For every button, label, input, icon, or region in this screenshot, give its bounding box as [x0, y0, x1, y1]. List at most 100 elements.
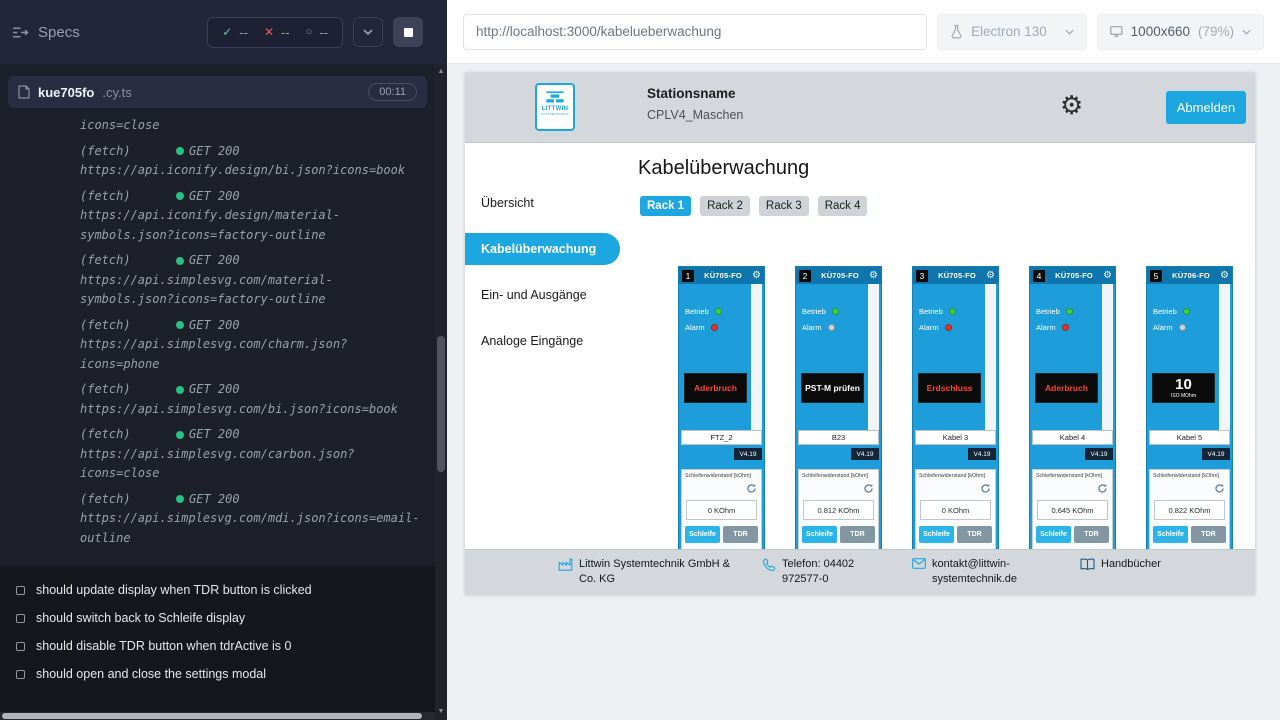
pending-icon: ○ — [306, 27, 313, 38]
log-entry[interactable]: (fetch) GET 200 https://api.iconify.desi… — [80, 187, 435, 246]
spec-name: kue705fo — [38, 85, 94, 100]
card-header: 5 KÜ706-FO ⚙ — [1147, 267, 1232, 284]
stop-run-button[interactable] — [393, 17, 423, 47]
aut-stage: http://localhost:3000/kabelueberwachung … — [447, 0, 1280, 720]
log-entry[interactable]: (fetch) GET 200 https://api.simplesvg.co… — [80, 490, 435, 549]
tdr-button[interactable]: TDR — [1191, 526, 1226, 543]
status-text: Aderbruch — [1045, 383, 1088, 393]
horizontal-scrollbar-thumb[interactable] — [2, 713, 422, 719]
measurement-label: Schleifenwiderstand [kOhm] — [685, 473, 758, 479]
collapse-chevron-button[interactable] — [353, 17, 383, 47]
horizontal-scrollbar[interactable] — [0, 712, 435, 720]
log-status: GET 200 — [189, 490, 240, 510]
tab-rack-4[interactable]: Rack 4 — [818, 196, 868, 216]
spec-timer: 00:11 — [368, 83, 417, 101]
run-stats: ✓ -- ✕ -- ○ -- — [207, 17, 343, 48]
log-url: https://api.simplesvg.com/bi.json?icons=… — [80, 400, 421, 420]
command-log: icons=close (fetch) GET 200 https://api.… — [0, 108, 435, 566]
card-settings-icon[interactable]: ⚙ — [986, 271, 995, 281]
vertical-scrollbar[interactable]: ▲ ▼ — [435, 0, 447, 720]
log-source: (fetch) — [80, 425, 176, 445]
card-buttons: Schleife TDR — [919, 526, 992, 543]
schleife-button[interactable]: Schleife — [1036, 526, 1071, 543]
refresh-icon[interactable] — [980, 483, 991, 494]
tdr-button[interactable]: TDR — [723, 526, 758, 543]
led-label: Alarm — [1153, 323, 1173, 332]
footer-manuals-link[interactable]: Handbücher — [1080, 557, 1161, 572]
test-item[interactable]: should switch back to Schleife display — [0, 604, 435, 632]
settings-gear-icon[interactable]: ⚙ — [1060, 87, 1083, 123]
log-entry[interactable]: (fetch) GET 200 https://api.simplesvg.co… — [80, 380, 435, 419]
status-dot-icon — [176, 192, 184, 200]
sidebar-item-kabelueberwachung[interactable]: Kabelüberwachung — [465, 233, 620, 265]
browser-selector[interactable]: Electron 130 — [937, 14, 1087, 50]
tab-rack-1[interactable]: Rack 1 — [640, 196, 691, 216]
tdr-button[interactable]: TDR — [957, 526, 992, 543]
passed-count: -- — [239, 25, 248, 40]
card-model: KÜ705-FO — [1048, 271, 1100, 280]
test-item[interactable]: should update display when TDR button is… — [0, 576, 435, 604]
vertical-scrollbar-thumb[interactable] — [437, 336, 445, 472]
vertical-scrollbar-track[interactable]: ▲ ▼ — [435, 64, 447, 720]
led-label: Alarm — [919, 323, 939, 332]
schleife-button[interactable]: Schleife — [919, 526, 954, 543]
log-entry[interactable]: (fetch) GET 200 https://api.simplesvg.co… — [80, 251, 435, 310]
app-sidebar: Übersicht Kabelüberwachung Ein- und Ausg… — [465, 143, 620, 549]
status-dot-icon — [176, 321, 184, 329]
led-row: Betrieb — [1036, 307, 1073, 316]
refresh-icon[interactable] — [863, 483, 874, 494]
tdr-button[interactable]: TDR — [1074, 526, 1109, 543]
scroll-up-icon[interactable]: ▲ — [435, 66, 447, 78]
log-status: GET 200 — [189, 316, 240, 336]
refresh-icon[interactable] — [1097, 483, 1108, 494]
schleife-button[interactable]: Schleife — [802, 526, 837, 543]
log-url: https://api.simplesvg.com/carbon.json?ic… — [80, 445, 421, 484]
schleife-button[interactable]: Schleife — [685, 526, 720, 543]
alarm-led-icon — [945, 324, 952, 331]
refresh-icon[interactable] — [1214, 483, 1225, 494]
log-entry[interactable]: (fetch) GET 200 https://api.simplesvg.co… — [80, 316, 435, 375]
viewport-zoom: (79%) — [1198, 24, 1234, 39]
tab-rack-3[interactable]: Rack 3 — [759, 196, 809, 216]
alarm-led-icon — [1062, 324, 1069, 331]
log-entry[interactable]: (fetch) GET 200 https://api.simplesvg.co… — [80, 425, 435, 484]
page-title: Kabelüberwachung — [638, 157, 809, 180]
card-number: 1 — [682, 270, 694, 282]
tab-rack-2[interactable]: Rack 2 — [700, 196, 750, 216]
log-source: (fetch) — [80, 142, 176, 162]
scroll-down-icon[interactable]: ▼ — [435, 706, 447, 718]
card-settings-icon[interactable]: ⚙ — [869, 271, 878, 281]
test-item[interactable]: should disable TDR button when tdrActive… — [0, 632, 435, 660]
viewport-selector[interactable]: 1000x660 (79%) — [1097, 14, 1264, 50]
device-cards: 1 KÜ705-FO ⚙ Betrieb Alarm — [678, 266, 1233, 566]
led-label: Alarm — [802, 323, 822, 332]
spec-header[interactable]: kue705fo.cy.ts 00:11 — [8, 76, 427, 108]
measurement-value: 0.822 KOhm — [1154, 500, 1225, 520]
led-row: Betrieb — [802, 307, 839, 316]
runner-header: Specs ✓ -- ✕ -- ○ -- — [0, 0, 435, 64]
card-side-strip — [1102, 284, 1113, 430]
log-status: GET 200 — [189, 187, 240, 207]
card-side-strip — [751, 284, 762, 430]
log-entry[interactable]: (fetch) GET 200 https://api.iconify.desi… — [80, 142, 435, 181]
card-settings-icon[interactable]: ⚙ — [1220, 271, 1229, 281]
url-bar[interactable]: http://localhost:3000/kabelueberwachung — [463, 14, 927, 50]
sidebar-item-analoge-eingaenge[interactable]: Analoge Eingänge — [465, 325, 620, 357]
tdr-button[interactable]: TDR — [840, 526, 875, 543]
email-address: kontakt@littwin-systemtechnik.de — [932, 557, 1022, 588]
test-item[interactable]: should open and close the settings modal — [0, 660, 435, 688]
betrieb-led-icon — [715, 308, 722, 315]
specs-menu-button[interactable]: Specs — [12, 24, 80, 41]
logout-button[interactable]: Abmelden — [1166, 91, 1246, 124]
alarm-led-icon — [711, 324, 718, 331]
sidebar-item-ein-und-ausgaenge[interactable]: Ein- und Ausgänge — [465, 279, 620, 311]
cable-name: Kabel 4 — [1032, 430, 1113, 445]
card-settings-icon[interactable]: ⚙ — [1103, 271, 1112, 281]
failed-icon: ✕ — [264, 26, 274, 38]
refresh-icon[interactable] — [746, 483, 757, 494]
card-settings-icon[interactable]: ⚙ — [752, 271, 761, 281]
status-display: Erdschluss — [918, 373, 981, 403]
schleife-button[interactable]: Schleife — [1153, 526, 1188, 543]
sidebar-item-uebersicht[interactable]: Übersicht — [465, 187, 620, 219]
device-card: 5 KÜ706-FO ⚙ Betrieb Alarm — [1146, 266, 1233, 566]
